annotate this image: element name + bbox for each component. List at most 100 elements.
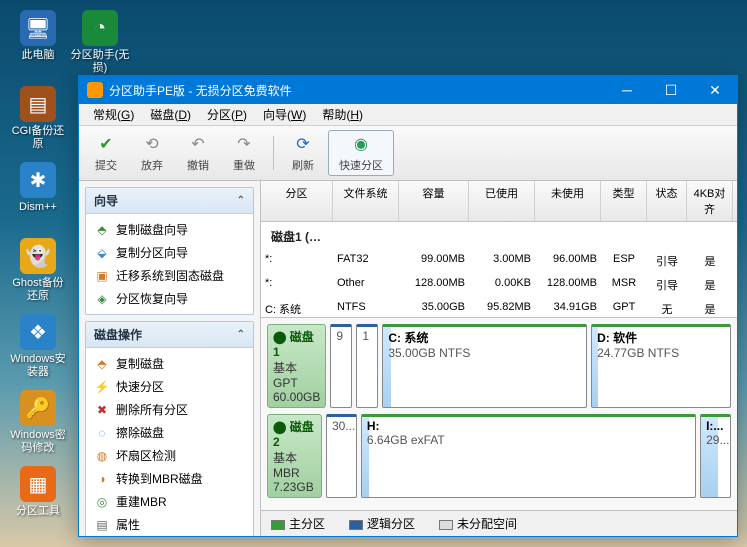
- partition-block[interactable]: H:6.64GB exFAT: [361, 414, 696, 498]
- toolbar-button[interactable]: ↶撤销: [177, 131, 219, 175]
- legend-item: 主分区: [271, 515, 325, 532]
- sidebar-item[interactable]: ◑转换到MBR磁盘: [86, 467, 253, 490]
- partition-row[interactable]: *:FAT3299.00MB3.00MB96.00MBESP引导是: [261, 249, 737, 273]
- desktop-glyph-icon: ▦: [20, 466, 56, 502]
- legend-swatch: [271, 520, 285, 530]
- sidebar-item-icon: ▤: [94, 517, 110, 533]
- partition-size: 9: [336, 329, 346, 343]
- legend-label: 未分配空间: [457, 517, 517, 531]
- desktop-icon[interactable]: ▦ 分区工具: [8, 466, 68, 518]
- desktop-icon-label: 分区工具: [8, 505, 68, 518]
- cell: 96.00MB: [535, 251, 601, 271]
- desktop-icon-label: 此电脑: [8, 49, 68, 62]
- sidebar-item-icon: ◈: [94, 291, 110, 307]
- partition-row[interactable]: C: 系统NTFS35.00GB95.82MB34.91GBGPT无是: [261, 297, 737, 317]
- sidebar-item[interactable]: ◎重建MBR: [86, 490, 253, 513]
- toolbar-button[interactable]: ⟲放弃: [131, 131, 173, 175]
- cell: 无: [647, 299, 687, 317]
- disk-visual: ⬤ 磁盘1基本 GPT60.00GB 9 1 C: 系统35.00GB NTFSD: …: [261, 317, 737, 510]
- partition-block[interactable]: C: 系统35.00GB NTFS: [382, 324, 587, 408]
- sidebar-item[interactable]: ⬙复制分区向导: [86, 241, 253, 264]
- menu-item[interactable]: 磁盘(D): [142, 104, 199, 125]
- partition-block[interactable]: I:...29...: [700, 414, 731, 498]
- sidebar-item[interactable]: ⬘复制磁盘: [86, 352, 253, 375]
- column-header[interactable]: 类型: [601, 181, 647, 221]
- maximize-button[interactable]: ☐: [649, 76, 693, 104]
- desktop-icon[interactable]: ▤CGI备份还原: [8, 86, 68, 151]
- partition-size: 1: [362, 329, 372, 343]
- menu-item[interactable]: 帮助(H): [314, 104, 371, 125]
- toolbar-label: 快速分区: [339, 157, 383, 173]
- disk-name: ⬤ 磁盘2: [273, 418, 316, 449]
- column-header[interactable]: 分区: [261, 181, 333, 221]
- partition-block[interactable]: D: 软件24.77GB NTFS: [591, 324, 731, 408]
- cell: 3.00MB: [469, 251, 535, 271]
- disk-group-title[interactable]: 磁盘1 (…: [261, 222, 737, 249]
- sidebar-item[interactable]: ✖删除所有分区: [86, 398, 253, 421]
- close-button[interactable]: ✕: [693, 76, 737, 104]
- cell: 99.00MB: [399, 251, 469, 271]
- sidebar-item-label: 擦除磁盘: [116, 424, 164, 441]
- sidebar-item[interactable]: ◍坏扇区检测: [86, 444, 253, 467]
- panel-header[interactable]: 磁盘操作⌃: [86, 322, 253, 348]
- column-header[interactable]: 已使用: [469, 181, 535, 221]
- menu-item[interactable]: 常规(G): [85, 104, 142, 125]
- sidebar-item-label: 快速分区: [116, 378, 164, 395]
- panel-header[interactable]: 向导⌃: [86, 188, 253, 214]
- minimize-button[interactable]: ─: [605, 76, 649, 104]
- desktop-icon[interactable]: ❖Windows安装器: [8, 314, 68, 379]
- desktop-icon-label: Ghost备份还原: [8, 277, 68, 303]
- desktop-glyph-icon: 👻: [20, 238, 56, 274]
- partition-block[interactable]: 30...: [326, 414, 357, 498]
- toolbar-button[interactable]: ⟳刷新: [282, 131, 324, 175]
- column-header[interactable]: 未使用: [535, 181, 601, 221]
- column-header[interactable]: 4KB对齐: [687, 181, 733, 221]
- cell: C: 系统: [261, 299, 333, 317]
- sidebar-item-icon: ◍: [94, 448, 110, 464]
- cell: 34.91GB: [535, 299, 601, 317]
- desktop-icon[interactable]: 👻 Ghost备份还原: [8, 238, 68, 303]
- disk-label[interactable]: ⬤ 磁盘1基本 GPT60.00GB: [267, 324, 326, 408]
- sidebar-item-icon: ⬘: [94, 222, 110, 238]
- toolbar-button[interactable]: ✔提交: [85, 131, 127, 175]
- menu-item[interactable]: 向导(W): [255, 104, 314, 125]
- toolbar-button[interactable]: ↷重做: [223, 131, 265, 175]
- menu-item[interactable]: 分区(P): [199, 104, 255, 125]
- column-header[interactable]: 文件系统: [333, 181, 399, 221]
- toolbar-label: 撤销: [187, 157, 209, 173]
- partition-size: 35.00GB NTFS: [388, 346, 581, 360]
- desktop-glyph-icon: 🔑: [20, 390, 56, 426]
- legend-label: 逻辑分区: [367, 517, 415, 531]
- sidebar-item[interactable]: ▤ 属性: [86, 513, 253, 536]
- sidebar-item[interactable]: ▣迁移系统到固态磁盘: [86, 264, 253, 287]
- partition-block[interactable]: 1: [356, 324, 378, 408]
- sidebar-item[interactable]: ◈分区恢复向导: [86, 287, 253, 310]
- legend-item: 未分配空间: [439, 515, 517, 532]
- desktop-icon[interactable]: 🔑Windows密码修改: [8, 390, 68, 455]
- desktop-icon[interactable]: 🖥此电脑: [8, 10, 68, 62]
- partition-name: I:...: [706, 419, 725, 433]
- sidebar-item-label: 属性: [116, 516, 140, 533]
- partition-row[interactable]: *:Other128.00MB0.00KB128.00MBMSR引导是: [261, 273, 737, 297]
- desktop-icon[interactable]: ◔分区助手(无损): [70, 10, 130, 75]
- sidebar-item-icon: ⬙: [94, 245, 110, 261]
- desktop-icon-label: 分区助手(无损): [70, 49, 130, 75]
- toolbar-label: 放弃: [141, 157, 163, 173]
- desktop-glyph-icon: ▤: [20, 86, 56, 122]
- toolbar-button[interactable]: ◉快速分区: [328, 130, 394, 176]
- disk-size: 60.00GB: [273, 390, 320, 404]
- cell: Other: [333, 275, 399, 295]
- column-header[interactable]: 状态: [647, 181, 687, 221]
- desktop-icon[interactable]: ✱Dism++: [8, 162, 68, 214]
- sidebar-item[interactable]: ⚡快速分区: [86, 375, 253, 398]
- column-header[interactable]: 容量: [399, 181, 469, 221]
- sidebar-item[interactable]: ◌擦除磁盘: [86, 421, 253, 444]
- menubar: 常规(G)磁盘(D)分区(P)向导(W)帮助(H): [79, 104, 737, 126]
- titlebar[interactable]: 分区助手PE版 - 无损分区免费软件 ─ ☐ ✕: [79, 76, 737, 104]
- partition-block[interactable]: 9: [330, 324, 352, 408]
- cell: 128.00MB: [535, 275, 601, 295]
- desktop-glyph-icon: ❖: [20, 314, 56, 350]
- sidebar-item[interactable]: ⬘复制磁盘向导: [86, 218, 253, 241]
- partition-name: H:: [367, 419, 690, 433]
- disk-label[interactable]: ⬤ 磁盘2基本 MBR7.23GB: [267, 414, 322, 498]
